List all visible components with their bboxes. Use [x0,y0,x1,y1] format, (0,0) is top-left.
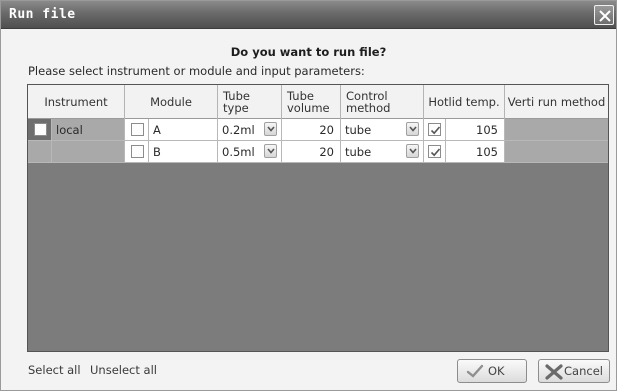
header-tube-volume[interactable]: Tube volume [282,85,341,119]
x-icon [545,364,563,380]
ok-button[interactable]: OK [457,359,527,383]
module-checkbox[interactable] [131,123,144,136]
header-hotlid-temp[interactable]: Hotlid temp. [424,85,505,119]
instrument-checkbox[interactable] [34,123,47,136]
check-icon [430,148,441,157]
check-icon [466,364,484,378]
close-button[interactable] [594,5,614,25]
chevron-down-icon[interactable] [264,122,277,136]
header-control-method[interactable]: Control method [341,85,424,119]
tube-type-select[interactable]: 0.5ml [218,141,282,163]
header-verti-run-method[interactable]: Verti run method [505,85,608,119]
table-row[interactable]: local A 0.2ml 20 tube 105 [28,119,608,141]
instrument-checkbox-cell [28,119,52,141]
control-method-select[interactable]: tube [341,119,424,141]
check-icon [430,126,441,135]
hotlid-temp-input[interactable]: 105 [446,141,505,163]
tube-type-select[interactable]: 0.2ml [218,119,282,141]
hotlid-checkbox[interactable] [428,123,441,136]
dialog-hint: Please select instrument or module and i… [28,64,365,78]
verti-run-method-cell[interactable] [505,141,608,163]
unselect-all-link[interactable]: Unselect all [90,363,157,377]
instrument-name-cell [52,141,125,163]
title-bar[interactable]: Run file [1,1,616,29]
hotlid-checkbox-cell [424,119,446,141]
select-all-link[interactable]: Select all [28,363,81,377]
close-icon [599,10,611,22]
chevron-down-icon[interactable] [406,144,419,158]
hotlid-temp-input[interactable]: 105 [446,119,505,141]
module-name-cell: A [149,119,218,141]
hotlid-checkbox-cell [424,141,446,163]
verti-run-method-cell[interactable] [505,119,608,141]
window-title: Run file [9,7,76,22]
module-name-cell: B [149,141,218,163]
tube-volume-input[interactable]: 20 [282,141,341,163]
table-row[interactable]: B 0.5ml 20 tube 105 [28,141,608,163]
header-instrument[interactable]: Instrument [28,85,125,119]
cancel-label: Cancel [564,364,603,378]
ok-label: OK [488,364,505,378]
run-file-dialog: Run file Do you want to run file? Please… [0,0,617,391]
chevron-down-icon[interactable] [406,122,419,136]
tube-volume-input[interactable]: 20 [282,119,341,141]
run-parameters-table: Instrument Module Tube type Tube volume … [27,84,609,352]
module-checkbox[interactable] [131,145,144,158]
header-module[interactable]: Module [125,85,218,119]
chevron-down-icon[interactable] [264,144,277,158]
dialog-question: Do you want to run file? [230,45,387,59]
hotlid-checkbox[interactable] [428,145,441,158]
cancel-button[interactable]: Cancel [538,359,610,383]
instrument-checkbox-cell [28,141,52,163]
instrument-name-cell: local [52,119,125,141]
module-checkbox-cell [125,141,149,163]
table-header: Instrument Module Tube type Tube volume … [28,85,608,119]
header-tube-type[interactable]: Tube type [218,85,282,119]
module-checkbox-cell [125,119,149,141]
control-method-select[interactable]: tube [341,141,424,163]
